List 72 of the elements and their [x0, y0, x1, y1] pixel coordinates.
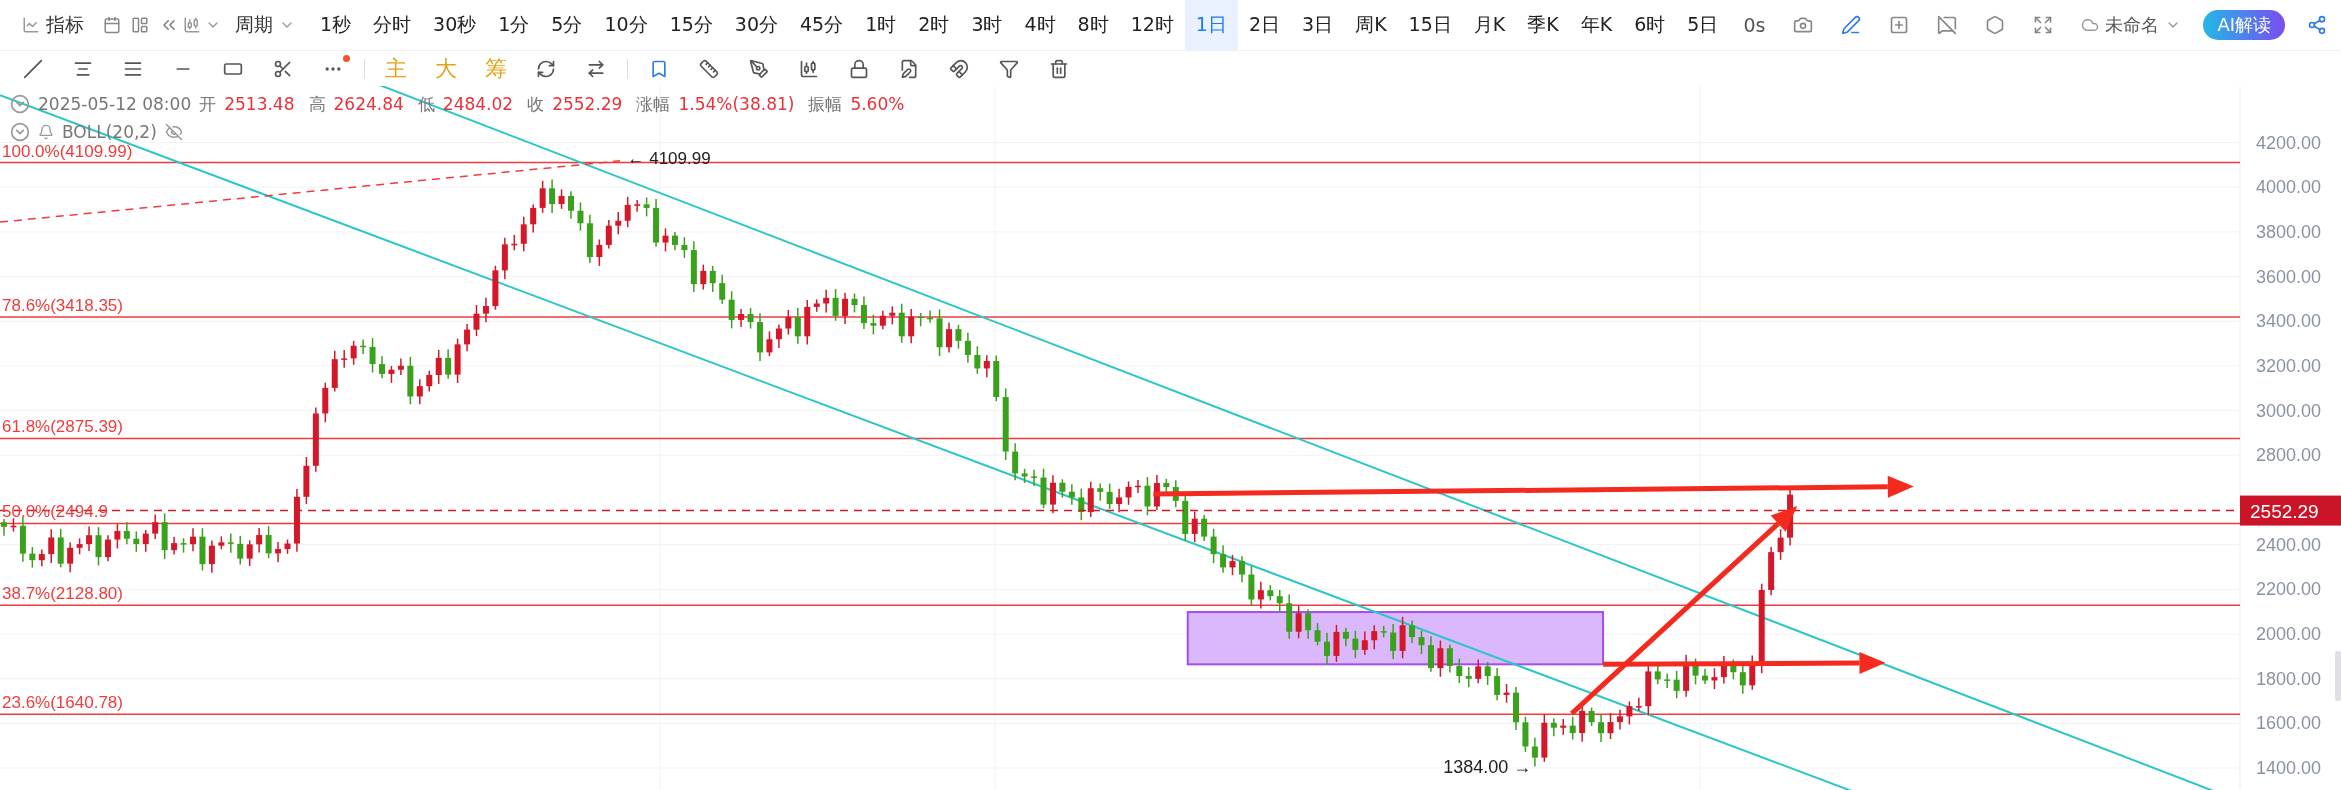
cloud-icon	[2081, 16, 2100, 34]
price-axis-label: 2000.00	[2256, 624, 2322, 644]
price-axis-label: 4200.00	[2256, 132, 2322, 153]
period-tab[interactable]: 3日	[1291, 0, 1345, 50]
price-axis-label: 1600.00	[2256, 713, 2322, 734]
ohlc-label: 涨幅	[636, 92, 671, 116]
price-axis-label: 1400.00	[2256, 758, 2322, 778]
fib-level-label: 23.6%(1640.78)	[2, 693, 123, 713]
candlestick-icon	[183, 16, 201, 34]
period-tab[interactable]: 1分	[487, 0, 541, 50]
period-tab[interactable]: 月K	[1462, 0, 1517, 50]
period-tab[interactable]: 周K	[1344, 0, 1398, 50]
bell-icon[interactable]	[38, 124, 54, 140]
period-tab[interactable]: 年K	[1569, 0, 1624, 50]
price-axis-label: 2200.00	[2256, 579, 2322, 600]
timer-label: 0s	[1742, 13, 1767, 38]
period-dropdown[interactable]: 周期	[221, 0, 309, 50]
low-price-marker: 1384.00 →	[1443, 757, 1532, 778]
period-tab[interactable]: 15分	[658, 0, 724, 50]
ohlc-label: 开	[199, 92, 217, 116]
period-tab[interactable]: 30分	[723, 0, 789, 50]
price-axis-label: 3600.00	[2256, 266, 2322, 287]
period-tab[interactable]: 10分	[593, 0, 659, 50]
price-axis-label: 3400.00	[2256, 311, 2322, 332]
ohlc-label: 振幅	[808, 92, 843, 116]
line-chart-icon	[22, 16, 40, 34]
period-tab[interactable]: 5日	[1676, 0, 1730, 50]
scroll-handle[interactable]	[2335, 651, 2341, 701]
fib-level-label: 78.6%(3418.35)	[2, 296, 123, 316]
fib-level-label: 100.0%(4109.99)	[2, 141, 133, 161]
ai-button[interactable]: AI解读	[2203, 10, 2285, 40]
period-tab[interactable]: 4时	[1013, 0, 1067, 50]
price-axis-label: 3000.00	[2256, 400, 2322, 421]
date-label: 2025-05-12 08:00	[38, 94, 192, 114]
indicator-button[interactable]: 指标	[8, 0, 98, 50]
collapse-icon[interactable]	[10, 122, 30, 142]
period-tab[interactable]: 1时	[854, 0, 908, 50]
period-tab[interactable]: 1日	[1184, 0, 1238, 50]
period-tab[interactable]: 3时	[960, 0, 1014, 50]
ohlc-value: 2484.02	[442, 94, 514, 114]
fib-level-label: 38.7%(2128.80)	[2, 584, 123, 604]
ohlc-label: 高	[308, 92, 326, 116]
period-tab[interactable]: 季K	[1516, 0, 1570, 50]
eye-off-icon[interactable]	[164, 123, 183, 141]
ohlc-value: 1.54%(38.81)	[678, 94, 795, 114]
period-tab[interactable]: 1秒	[309, 0, 363, 50]
period-tab[interactable]: 5分	[540, 0, 594, 50]
price-axis-label: 4000.00	[2256, 177, 2322, 198]
period-tab[interactable]: 6时	[1623, 0, 1677, 50]
ohlc-value: 2513.48	[224, 94, 295, 114]
fib-level-label: 50.0%(2494.9	[2, 502, 108, 522]
period-tab[interactable]: 分时	[362, 0, 423, 50]
file-name-dropdown[interactable]: 未命名	[2067, 0, 2196, 50]
ohlc-value: 2552.29	[552, 94, 623, 114]
ohlc-value: 5.60%	[850, 94, 905, 114]
price-axis-label: 2400.00	[2256, 534, 2322, 555]
period-tab[interactable]: 2日	[1237, 0, 1292, 50]
price-axis-label: 1800.00	[2256, 668, 2322, 689]
period-tab[interactable]: 45分	[789, 0, 855, 50]
period-tab[interactable]: 30秒	[422, 0, 488, 50]
period-tab[interactable]: 8时	[1066, 0, 1120, 50]
period-tab[interactable]: 15日	[1397, 0, 1463, 50]
price-axis-label: 3200.00	[2256, 355, 2322, 376]
period-tab[interactable]: 2时	[907, 0, 961, 50]
price-axis-label: 3800.00	[2256, 221, 2322, 242]
price-axis-label: 2800.00	[2256, 445, 2322, 466]
period-tab[interactable]: 12时	[1119, 0, 1185, 50]
last-price-tag: 2552.29	[2240, 495, 2341, 526]
collapse-icon[interactable]	[10, 94, 30, 114]
ohlc-value: 2624.84	[333, 94, 404, 114]
fib-level-label: 61.8%(2875.39)	[2, 417, 123, 437]
ohlc-label: 收	[527, 92, 545, 116]
